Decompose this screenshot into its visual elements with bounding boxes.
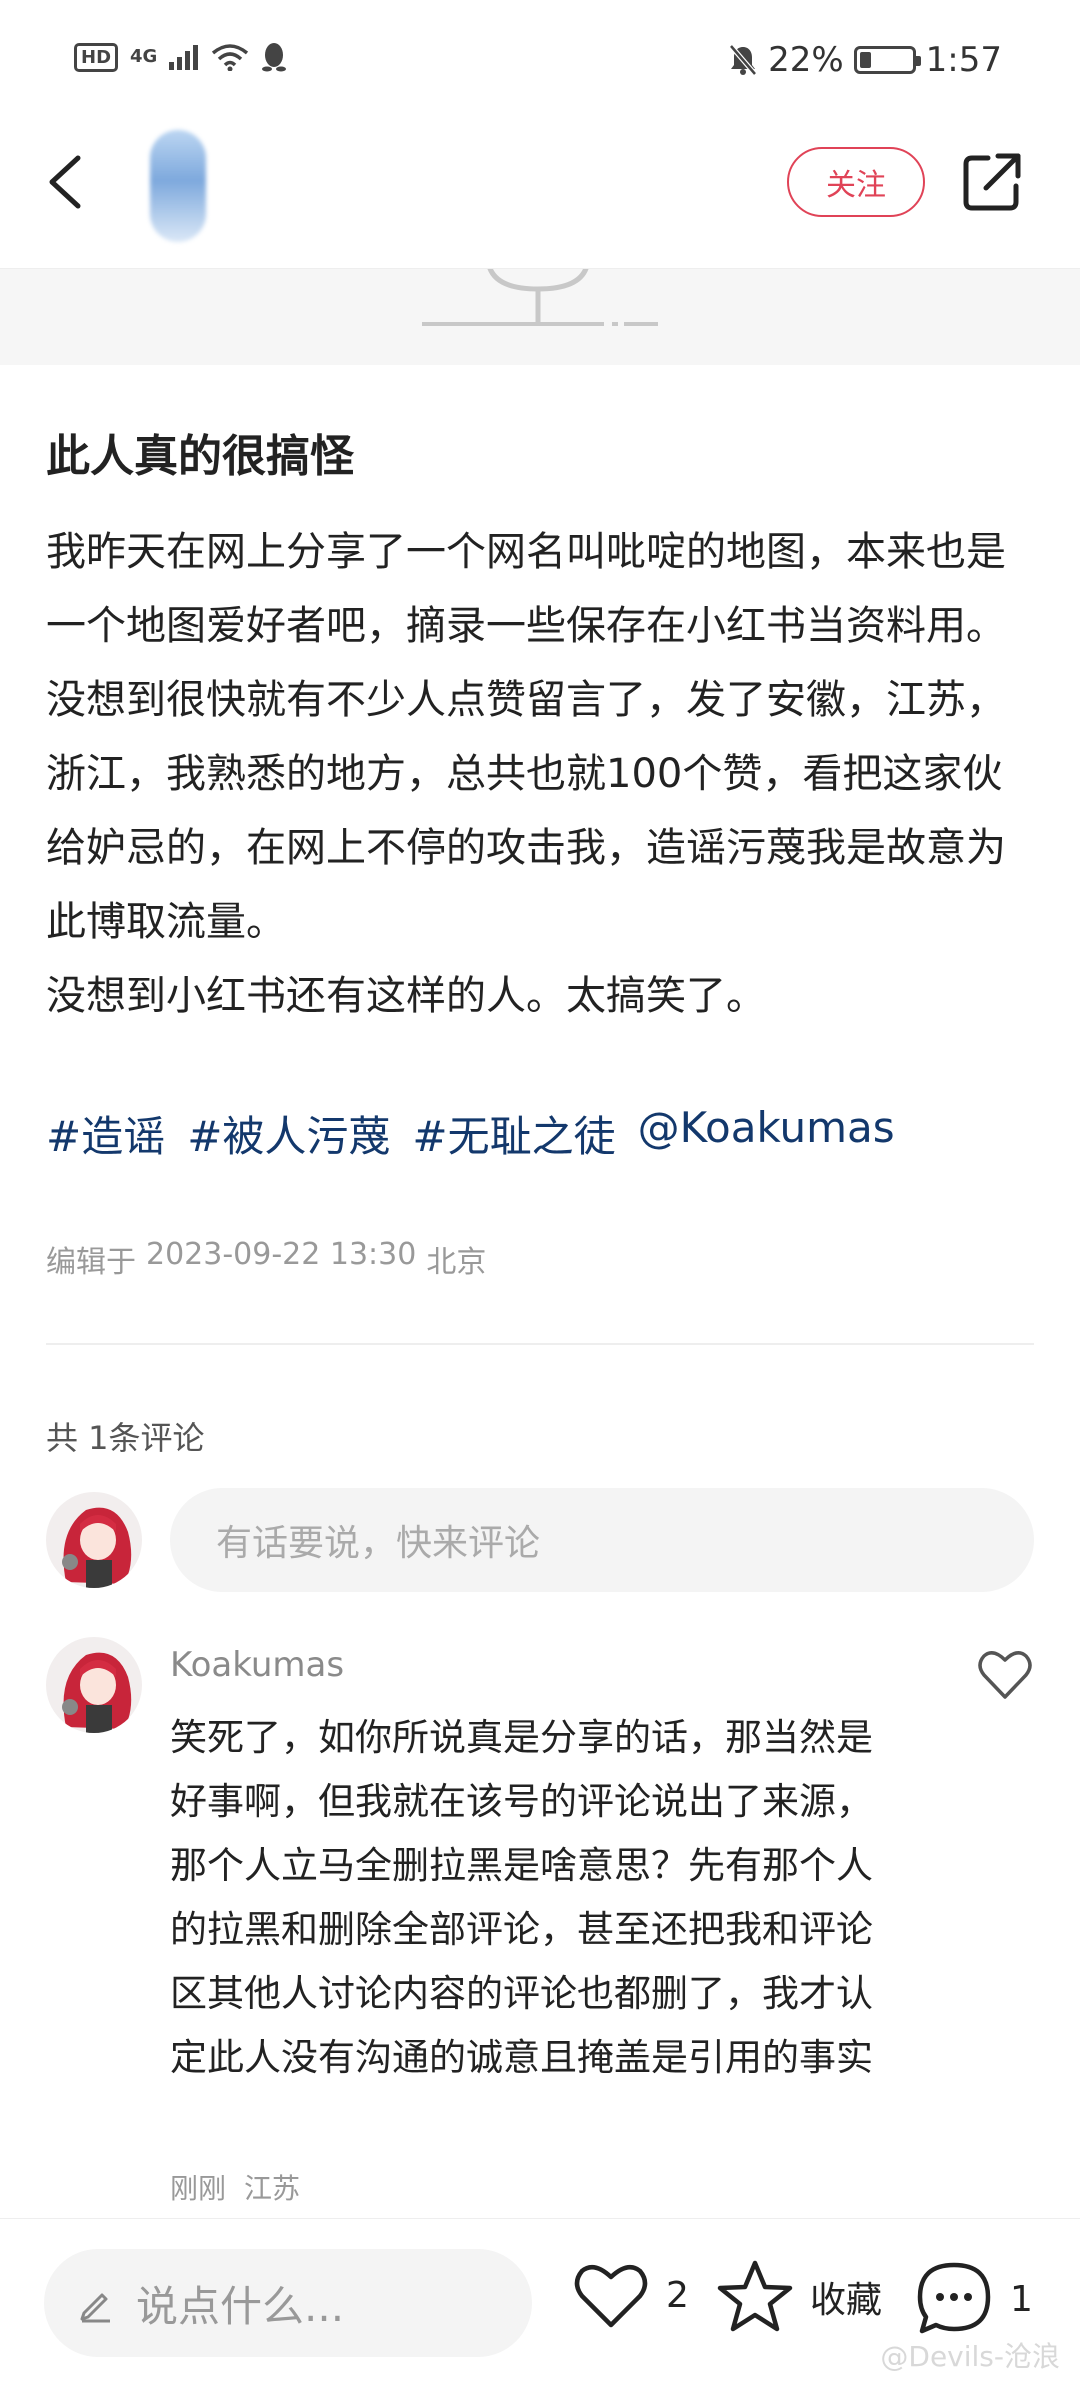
battery-icon (853, 46, 921, 74)
anime-avatar-image (46, 1492, 142, 1588)
like-count: 2 (666, 2274, 689, 2316)
comment-like-heart-icon[interactable] (976, 1645, 1034, 1703)
heart-icon (574, 2264, 648, 2328)
bell-muted-icon (729, 44, 757, 76)
comment-count-bottom: 1 (1010, 2278, 1033, 2320)
say-placeholder: 说点什么... (136, 2281, 345, 2331)
post-tags: #造谣 #被人污蔑 #无耻之徒 @Koakumas (46, 1103, 895, 1164)
collect-label: 收藏 (810, 2280, 883, 2321)
post-paragraph: 没想到小红书还有这样的人。太搞笑了。 (46, 973, 766, 1019)
tag-link[interactable]: #无耻之徒 (412, 1103, 615, 1164)
post-title: 此人真的很搞怪 (46, 431, 354, 482)
bottom-bar: 说点什么... 2 收藏 1 @Devils-沧浪 (0, 2218, 1080, 2389)
comment-author[interactable]: Koakumas (170, 1645, 344, 1685)
like-button[interactable]: 2 (572, 2259, 689, 2331)
wifi-icon (212, 44, 249, 71)
back-button[interactable] (36, 150, 96, 214)
comment-time: 刚刚 (170, 2172, 227, 2205)
comment-location: 江苏 (244, 2172, 301, 2205)
tag-link[interactable]: #造谣 (46, 1103, 165, 1164)
comment-text: 笑死了，如你所说真是分享的话，那当然是好事啊，但我就在该号的评论说出了来源，那个… (170, 1716, 873, 2079)
qq-penguin-icon (262, 43, 287, 72)
pencil-icon (80, 2293, 110, 2323)
tag-link[interactable]: #被人污蔑 (187, 1103, 390, 1164)
top-nav: 关注 (0, 120, 1080, 269)
status-right: 22% 1:57 (728, 40, 1002, 80)
comment-button[interactable]: 1 (914, 2259, 1033, 2339)
signal-icon (169, 45, 199, 70)
battery-fill (859, 52, 871, 68)
follow-button[interactable]: 关注 (787, 147, 925, 217)
edit-date: 2023-09-22 13:30 (146, 1237, 417, 1272)
collect-button[interactable]: 收藏 (716, 2259, 882, 2335)
status-bar: HD 4G 22% 1:57 (0, 0, 1080, 120)
battery-percent: 22% (768, 40, 844, 80)
post-image[interactable] (0, 269, 1080, 365)
comment-count: 共 1条评论 (46, 1419, 205, 1457)
share-icon[interactable] (962, 150, 1024, 212)
edit-info: 编辑于 2023-09-22 13:30 北京 (46, 1237, 486, 1281)
edit-location: 北京 (426, 1245, 487, 1280)
anime-avatar-image (46, 1637, 142, 1733)
comment-meta: 刚刚 江苏 (170, 2167, 300, 2207)
mention-link[interactable]: @Koakumas (638, 1103, 895, 1164)
say-something-input[interactable]: 说点什么... (44, 2249, 532, 2357)
commenter-avatar[interactable] (46, 1637, 142, 1733)
star-icon (717, 2260, 793, 2332)
post-paragraph: 我昨天在网上分享了一个网名叫吡啶的地图，本来也是一个地图爱好者吧，摘录一些保存在… (46, 529, 1006, 649)
hd-badge: HD (74, 42, 119, 72)
image-mic-illustration (422, 269, 658, 326)
my-avatar[interactable] (46, 1492, 142, 1588)
post-body: 我昨天在网上分享了一个网名叫吡啶的地图，本来也是一个地图爱好者吧，摘录一些保存在… (46, 515, 1036, 1033)
edit-prefix: 编辑于 (46, 1245, 136, 1280)
watermark: @Devils-沧浪 (880, 2340, 1060, 2373)
author-avatar[interactable] (150, 130, 206, 242)
status-left: HD 4G (74, 42, 287, 72)
post-paragraph: 没想到很快就有不少人点赞留言了，发了安徽，江苏，浙江，我熟悉的地方，总共也就10… (46, 677, 1006, 945)
comment-input[interactable]: 有话要说，快来评论 (170, 1488, 1034, 1592)
divider (46, 1343, 1034, 1345)
clock: 1:57 (925, 40, 1002, 80)
comment-bubble-icon (917, 2262, 991, 2334)
network-type: 4G (130, 46, 158, 67)
